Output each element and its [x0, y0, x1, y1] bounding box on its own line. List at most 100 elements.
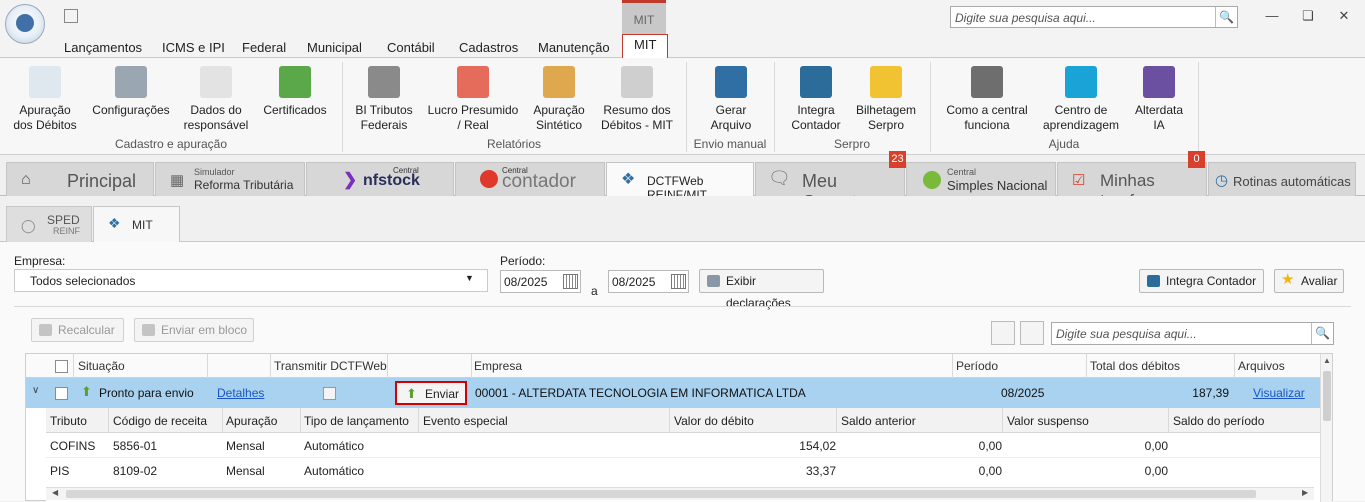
tab-simples-nacional[interactable]: Central Simples Nacional — [906, 162, 1056, 196]
empresa-value: Todos selecionados — [30, 274, 136, 288]
tab-reinf-label: REINF — [53, 226, 80, 236]
horizontal-scrollbar[interactable]: ◀ ▶ — [46, 487, 1314, 500]
close-icon[interactable]: ✕ — [1334, 8, 1354, 24]
detail-row[interactable]: PIS 8109-02 Mensal Automático 33,37 0,00… — [46, 458, 1321, 483]
tab-contador[interactable]: Central contador — [455, 162, 605, 196]
tab-mit[interactable]: MIT — [622, 34, 669, 58]
tab-manutencao[interactable]: Manutenção — [538, 40, 610, 55]
detalhes-link[interactable]: Detalhes — [217, 386, 264, 400]
col-arquivos[interactable]: Arquivos — [1238, 359, 1285, 373]
col-saldo-periodo[interactable]: Saldo do período — [1173, 414, 1264, 428]
col-transmitir[interactable]: Transmitir DCTFWeb — [274, 359, 387, 373]
group-envio-manual: Envio manual — [693, 137, 767, 151]
integra-icon — [1147, 275, 1160, 287]
ribbon-button-13[interactable]: Alterdata IA — [1104, 66, 1214, 133]
simples-logo-icon — [923, 171, 941, 189]
tab-contabil[interactable]: Contábil — [387, 40, 435, 55]
enviar-bloco-button[interactable]: Enviar em bloco — [134, 318, 254, 342]
global-search-input[interactable]: Digite sua pesquisa aqui... 🔍 — [950, 6, 1238, 28]
ribbon-label-line2: responsável — [183, 118, 249, 132]
col-apuracao[interactable]: Apuração — [226, 414, 277, 428]
minimize-icon[interactable]: — — [1262, 8, 1282, 24]
scroll-left-icon[interactable]: ◀ — [52, 488, 58, 497]
col-valor-suspenso[interactable]: Valor suspenso — [1007, 414, 1089, 428]
grid-search-input[interactable]: Digite sua pesquisa aqui... 🔍 — [1051, 322, 1334, 345]
quick-access-grid-icon[interactable] — [64, 9, 78, 23]
visualizar-link[interactable]: Visualizar — [1253, 386, 1305, 400]
ribbon-label-line2: Serpro — [867, 118, 905, 132]
tab-simples-small: Central — [947, 167, 977, 177]
help-icon — [971, 66, 1003, 98]
enviar-label: Enviar — [425, 387, 460, 401]
tab-rotinas-label: Rotinas automáticas — [1233, 174, 1351, 189]
cell-tipo: Automático — [304, 439, 365, 453]
scroll-thumb[interactable] — [1323, 371, 1331, 421]
hscroll-thumb[interactable] — [66, 490, 1256, 498]
table-row[interactable]: ∨ ⬆ Pronto para envio Detalhes ⬆ Enviar … — [26, 378, 1321, 408]
exibir-declaracoes-button[interactable]: Exibir declarações — [699, 269, 824, 310]
select-icon[interactable] — [1020, 321, 1044, 345]
calculator-icon: ▦ — [170, 172, 185, 189]
tab-minhas-tarefas[interactable]: ☑ Minhas tarefas 0 — [1057, 151, 1207, 210]
tab-principal[interactable]: ⌂ Principal — [6, 162, 154, 196]
col-evento[interactable]: Evento especial — [423, 414, 508, 428]
tab-lancamentos[interactable]: Lançamentos — [64, 40, 142, 55]
scroll-up-icon[interactable]: ▲ — [1323, 356, 1331, 365]
avaliar-button[interactable]: ★ Avaliar — [1274, 269, 1344, 293]
restore-icon[interactable]: ❏ — [1298, 8, 1318, 24]
search-icon[interactable]: 🔍 — [1215, 7, 1237, 27]
recalcular-button[interactable]: Recalcular — [31, 318, 124, 342]
search-icon[interactable]: 🔍 — [1311, 323, 1333, 344]
cell-suspenso: 0,00 — [1144, 464, 1168, 478]
columns-icon[interactable] — [991, 321, 1015, 345]
learning-icon — [1065, 66, 1097, 98]
col-total[interactable]: Total dos débitos — [1090, 359, 1180, 373]
tab-mit-sub[interactable]: ❖ MIT — [93, 206, 180, 243]
global-search-placeholder: Digite sua pesquisa aqui... — [955, 11, 1096, 25]
document-icon — [200, 66, 232, 98]
col-codigo[interactable]: Código de receita — [113, 414, 207, 428]
database-icon — [115, 66, 147, 98]
col-tributo[interactable]: Tributo — [50, 414, 87, 428]
transmitir-checkbox[interactable] — [323, 387, 336, 400]
tab-meu-gerente[interactable]: 🗨 Meu Gerente 23 — [755, 151, 906, 212]
exibir-label: Exibir declarações — [726, 274, 791, 310]
upload-icon: ⬆ — [406, 386, 417, 401]
tab-cadastros[interactable]: Cadastros — [459, 40, 518, 55]
tab-nfstock[interactable]: Central ❯ nfstock — [306, 162, 454, 196]
tab-icms-ipi[interactable]: ICMS e IPI — [162, 40, 225, 55]
row-checkbox[interactable] — [55, 387, 68, 400]
scroll-right-icon[interactable]: ▶ — [1302, 488, 1308, 497]
date-from-input[interactable]: 08/2025 — [500, 270, 581, 293]
integra-contador-button[interactable]: Integra Contador — [1139, 269, 1264, 293]
col-tipo[interactable]: Tipo de lançamento — [304, 414, 409, 428]
calendar-icon[interactable] — [671, 274, 686, 289]
vertical-scrollbar[interactable]: ▲ — [1320, 354, 1332, 502]
detail-row[interactable]: COFINS 5856-01 Mensal Automático 154,02 … — [46, 433, 1321, 458]
tab-reforma-tributaria[interactable]: ▦ Simulador Reforma Tributária — [155, 162, 305, 196]
col-saldo-anterior[interactable]: Saldo anterior — [841, 414, 916, 428]
tab-sped-reinf[interactable]: ◯ SPED REINF — [6, 206, 92, 242]
filter-icon — [707, 275, 720, 287]
col-valor-debito[interactable]: Valor do débito — [674, 414, 754, 428]
trend-chart-icon — [457, 66, 489, 98]
date-to-value: 08/2025 — [612, 275, 656, 289]
tab-federal[interactable]: Federal — [242, 40, 286, 55]
tab-dctfweb[interactable]: ❖ DCTFWeb REINF/MIT — [606, 162, 754, 202]
tab-rotinas[interactable]: ◷ Rotinas automáticas — [1208, 162, 1356, 196]
col-situacao[interactable]: Situação — [78, 359, 125, 373]
date-to-input[interactable]: 08/2025 — [608, 270, 689, 293]
ribbon-button-10[interactable]: Bilhetagem Serpro — [831, 66, 941, 133]
col-periodo[interactable]: Período — [956, 359, 998, 373]
calendar-icon[interactable] — [563, 274, 578, 289]
tab-mit-label: MIT — [132, 218, 153, 232]
app-logo[interactable] — [5, 4, 45, 44]
empresa-select[interactable]: Todos selecionados ▼ — [14, 269, 488, 292]
enviar-button[interactable]: ⬆ Enviar — [395, 381, 467, 405]
expand-chevron-icon[interactable]: ∨ — [32, 385, 39, 396]
sped-icon: ◯ — [21, 218, 36, 233]
tab-municipal[interactable]: Municipal — [307, 40, 362, 55]
select-all-checkbox[interactable] — [55, 360, 68, 373]
group-relatorios: Relatórios — [486, 137, 542, 151]
col-empresa[interactable]: Empresa — [474, 359, 522, 373]
